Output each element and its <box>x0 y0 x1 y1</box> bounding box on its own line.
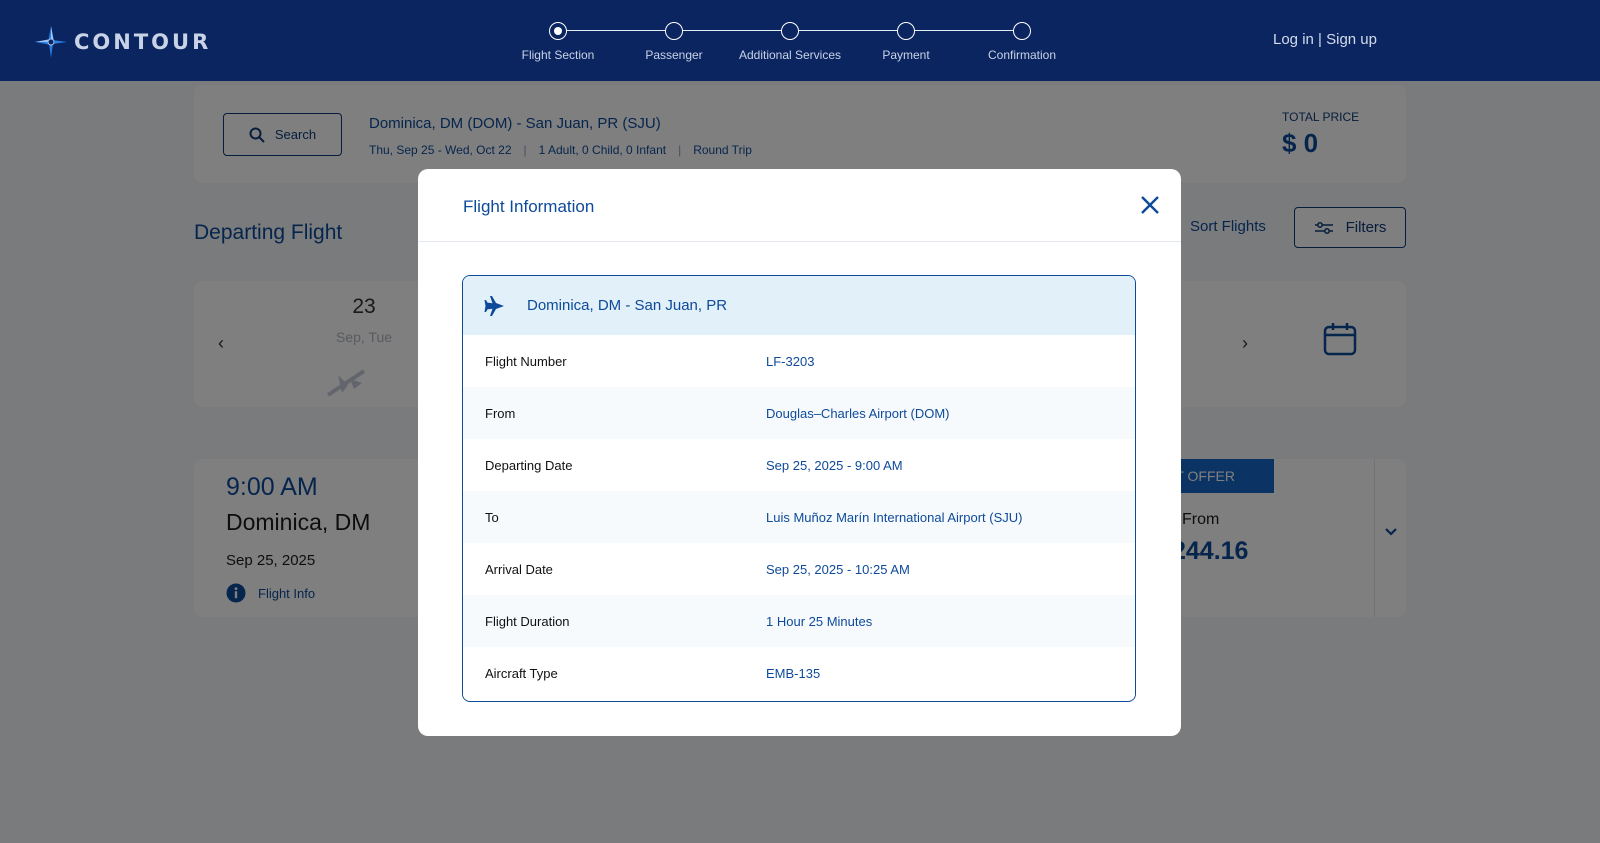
detail-value: 1 Hour 25 Minutes <box>766 613 873 629</box>
detail-label: Aircraft Type <box>485 665 558 681</box>
step-label: Flight Section <box>521 48 595 62</box>
modal-header: Flight Information <box>418 169 1181 242</box>
detail-label: To <box>485 509 499 525</box>
step-additional-services[interactable]: Additional Services <box>732 22 848 62</box>
step-passenger[interactable]: Passenger <box>616 22 732 62</box>
login-signup-link[interactable]: Log in | Sign up <box>1273 31 1377 48</box>
step-label: Additional Services <box>738 48 842 62</box>
step-payment[interactable]: Payment <box>848 22 964 62</box>
step-confirmation[interactable]: Confirmation <box>964 22 1080 62</box>
detail-label: Flight Duration <box>485 613 570 629</box>
detail-row-from: From Douglas–Charles Airport (DOM) <box>463 387 1135 439</box>
detail-row-departing-date: Departing Date Sep 25, 2025 - 9:00 AM <box>463 439 1135 491</box>
details-list: Flight Number LF-3203 From Douglas–Charl… <box>463 335 1135 699</box>
step-dot <box>1013 22 1031 40</box>
brand-name: CONTOUR <box>74 30 212 54</box>
step-dot <box>665 22 683 40</box>
top-navbar: CONTOUR Flight Section Passenger Additio… <box>0 0 1600 81</box>
detail-value: Sep 25, 2025 - 9:00 AM <box>766 457 903 473</box>
brand-logo[interactable]: CONTOUR <box>34 25 211 59</box>
detail-row-arrival-date: Arrival Date Sep 25, 2025 - 10:25 AM <box>463 543 1135 595</box>
detail-row-aircraft-type: Aircraft Type EMB-135 <box>463 647 1135 699</box>
flight-route-header: Dominica, DM - San Juan, PR <box>463 276 1135 335</box>
detail-value: Sep 25, 2025 - 10:25 AM <box>766 561 910 577</box>
flight-details-card: Dominica, DM - San Juan, PR Flight Numbe… <box>462 275 1136 702</box>
detail-label: Departing Date <box>485 457 573 473</box>
compass-star-icon <box>35 26 67 58</box>
detail-label: Flight Number <box>485 353 567 369</box>
step-dot <box>897 22 915 40</box>
airplane-icon <box>484 295 504 316</box>
step-label: Passenger <box>645 48 703 62</box>
detail-row-flight-duration: Flight Duration 1 Hour 25 Minutes <box>463 595 1135 647</box>
modal-title: Flight Information <box>463 197 595 216</box>
detail-value: Luis Muñoz Marín International Airport (… <box>766 509 1023 525</box>
detail-label: From <box>485 405 516 421</box>
flight-route: Dominica, DM - San Juan, PR <box>527 297 728 314</box>
step-label: Confirmation <box>987 48 1057 62</box>
step-dot-active <box>549 22 567 40</box>
detail-row-flight-number: Flight Number LF-3203 <box>463 335 1135 387</box>
booking-stepper: Flight Section Passenger Additional Serv… <box>500 20 1060 70</box>
detail-value: Douglas–Charles Airport (DOM) <box>766 405 950 421</box>
step-label: Payment <box>882 48 930 62</box>
step-flight-section[interactable]: Flight Section <box>500 22 616 62</box>
detail-value: LF-3203 <box>766 353 815 369</box>
detail-label: Arrival Date <box>485 561 553 577</box>
step-dot <box>781 22 799 40</box>
detail-row-to: To Luis Muñoz Marín International Airpor… <box>463 491 1135 543</box>
flight-information-modal: Flight Information Dominica, DM - San Ju… <box>418 169 1181 736</box>
detail-value: EMB-135 <box>766 665 821 681</box>
close-icon[interactable] <box>1138 193 1162 217</box>
